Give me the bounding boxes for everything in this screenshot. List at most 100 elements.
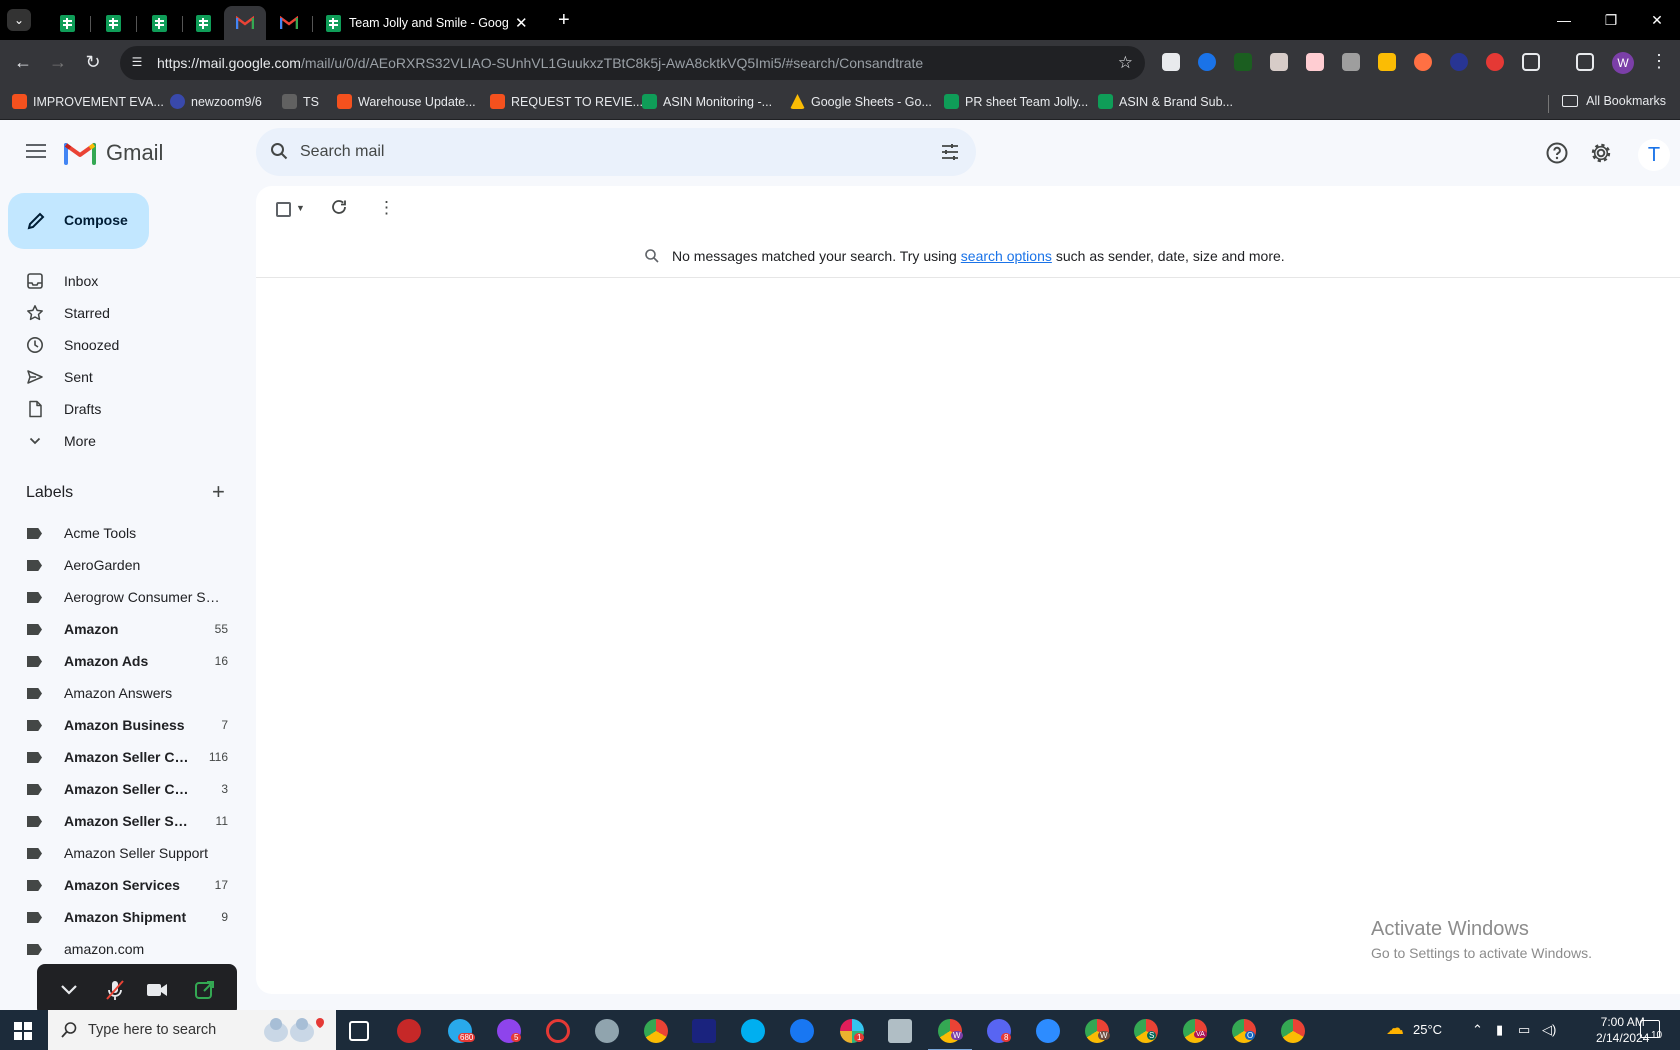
task-view-icon[interactable] <box>349 1021 369 1041</box>
label-item[interactable]: Amazon Seller Support <box>0 837 240 869</box>
notepad-icon[interactable] <box>888 1019 912 1043</box>
clock-app-icon[interactable] <box>692 1019 716 1043</box>
search-options-link[interactable]: search options <box>961 248 1052 264</box>
label-item[interactable]: Amazon Answers <box>0 677 240 709</box>
tab-sheets-4[interactable] <box>182 6 224 40</box>
label-item[interactable]: Amazon Business 7 <box>0 709 240 741</box>
extension-note-icon[interactable] <box>1270 53 1288 71</box>
chrome-profile-icon[interactable]: VA <box>1183 1019 1207 1043</box>
messenger-icon[interactable]: 5 <box>497 1019 522 1043</box>
sidebar-item-snoozed[interactable]: Snoozed <box>0 329 240 361</box>
bookmark-item[interactable]: REQUEST TO REVIE... <box>490 94 643 109</box>
label-item[interactable]: Amazon Ads 16 <box>0 645 240 677</box>
label-item[interactable]: Amazon Seller Serv. 11 <box>0 805 240 837</box>
weather-temperature[interactable]: 25°C <box>1413 1022 1442 1037</box>
microphone-icon[interactable]: ▮ <box>1496 1022 1503 1038</box>
bookmark-item[interactable]: IMPROVEMENT EVA... <box>12 94 164 109</box>
account-avatar[interactable]: T <box>1638 139 1670 171</box>
slack-icon[interactable]: 1 <box>840 1019 865 1043</box>
tab-gmail-active[interactable] <box>224 6 266 40</box>
label-item[interactable]: Acme Tools <box>0 517 240 549</box>
bookmark-item[interactable]: PR sheet Team Jolly... <box>944 94 1088 109</box>
video-camera-icon[interactable] <box>145 979 169 1001</box>
bookmark-item[interactable]: Warehouse Update... <box>337 94 476 109</box>
extension-f-icon[interactable] <box>1450 53 1468 71</box>
qr-extension-icon[interactable] <box>1162 53 1180 71</box>
opera-icon[interactable] <box>546 1019 570 1043</box>
close-window-button[interactable]: ✕ <box>1634 8 1680 32</box>
windows-start-icon[interactable] <box>14 1022 32 1040</box>
chrome-profile-icon[interactable] <box>1281 1019 1305 1043</box>
forward-button[interactable]: → <box>47 52 69 72</box>
sidebar-item-drafts[interactable]: Drafts <box>0 393 240 425</box>
bookmark-star-icon[interactable]: ☆ <box>1118 53 1133 73</box>
sidebar-item-sent[interactable]: Sent <box>0 361 240 393</box>
label-item[interactable]: Amazon Seller Cntr... 3 <box>0 773 240 805</box>
tab-gmail-2[interactable] <box>266 6 313 40</box>
bookmark-item[interactable]: TS <box>282 94 319 109</box>
all-bookmarks-button[interactable]: All Bookmarks <box>1562 94 1666 108</box>
extension-fs-icon[interactable] <box>1234 53 1252 71</box>
reload-button[interactable]: ↻ <box>82 52 104 72</box>
support-help-icon[interactable] <box>1545 141 1569 165</box>
facebook-icon[interactable] <box>790 1019 814 1043</box>
chrome-icon[interactable] <box>644 1019 668 1043</box>
new-tab-button[interactable]: + <box>558 9 570 31</box>
restore-button[interactable]: ❐ <box>1588 8 1634 32</box>
label-item[interactable]: Amazon Shipment 9 <box>0 901 240 933</box>
select-dropdown-icon[interactable]: ▼ <box>296 203 305 213</box>
extension-scout-icon[interactable] <box>1378 53 1396 71</box>
label-item[interactable]: Aerogrow Consumer Se... <box>0 581 240 613</box>
search-options-icon[interactable] <box>940 142 960 162</box>
label-item[interactable]: Amazon 55 <box>0 613 240 645</box>
skype-icon[interactable] <box>741 1019 765 1043</box>
refresh-icon[interactable] <box>330 198 348 216</box>
back-button[interactable]: ← <box>12 52 34 72</box>
label-item[interactable]: AeroGarden <box>0 549 240 581</box>
sidebar-item-more[interactable]: More <box>0 425 240 457</box>
label-item[interactable]: Amazon Services 17 <box>0 869 240 901</box>
browser-menu-icon[interactable]: ⋮ <box>1650 51 1668 72</box>
minimize-button[interactable]: — <box>1541 8 1587 32</box>
chrome-profile-icon[interactable]: S <box>1134 1019 1158 1043</box>
tab-sheets-2[interactable] <box>90 6 137 40</box>
settings-gear-icon[interactable] <box>1589 141 1613 165</box>
discord-icon[interactable]: 8 <box>987 1019 1012 1043</box>
extension-orange-icon[interactable] <box>1414 53 1432 71</box>
extension-pokeball-icon[interactable] <box>1486 53 1504 71</box>
create-label-icon[interactable]: + <box>212 481 225 503</box>
browser-profile-avatar[interactable]: W <box>1612 52 1634 74</box>
bookmark-item[interactable]: ASIN Monitoring -... <box>642 94 772 109</box>
label-item[interactable]: Amazon Seller Cn... 116 <box>0 741 240 773</box>
extension-signature-icon[interactable] <box>1306 53 1324 71</box>
address-bar[interactable]: ☰ https://mail.google.com/mail/u/0/d/AEo… <box>120 46 1145 80</box>
telegram-icon[interactable]: 680 <box>448 1019 476 1043</box>
tab-sheets-1[interactable] <box>44 6 91 40</box>
open-in-new-icon[interactable] <box>193 979 217 1001</box>
taskbar-app-fan-icon[interactable] <box>595 1019 619 1043</box>
main-menu-icon[interactable] <box>26 144 46 158</box>
side-panel-icon[interactable] <box>1576 53 1594 71</box>
bookmark-item[interactable]: Google Sheets - Go... <box>790 94 932 109</box>
compose-button[interactable]: Compose <box>8 193 149 249</box>
taskbar-app-red-icon[interactable] <box>397 1019 421 1043</box>
tab-sheets-3[interactable] <box>136 6 183 40</box>
sidebar-item-inbox[interactable]: Inbox <box>0 265 240 297</box>
site-info-icon[interactable]: ☰ <box>129 55 145 71</box>
bookmark-item[interactable]: newzoom9/6 <box>170 94 262 109</box>
close-tab-icon[interactable]: ✕ <box>515 14 528 32</box>
zoom-app-icon[interactable] <box>1036 1019 1060 1043</box>
chrome-profile-icon[interactable]: W <box>1085 1019 1110 1043</box>
weather-icon[interactable]: ☁ <box>1386 1018 1404 1039</box>
network-icon[interactable]: ▭ <box>1518 1022 1530 1038</box>
sidebar-item-starred[interactable]: Starred <box>0 297 240 329</box>
chevron-down-icon[interactable] <box>57 979 81 1001</box>
search-icon[interactable] <box>270 142 288 160</box>
extension-blue-icon[interactable] <box>1198 53 1216 71</box>
more-actions-icon[interactable]: ⋮ <box>378 199 395 216</box>
bookmark-item[interactable]: ASIN & Brand Sub... <box>1098 94 1233 109</box>
mic-off-icon[interactable] <box>103 979 127 1001</box>
label-item[interactable]: amazon.com <box>0 933 240 965</box>
chrome-profile-icon[interactable]: O <box>1232 1019 1256 1043</box>
chrome-profile-w-icon[interactable]: W <box>928 1019 972 1050</box>
